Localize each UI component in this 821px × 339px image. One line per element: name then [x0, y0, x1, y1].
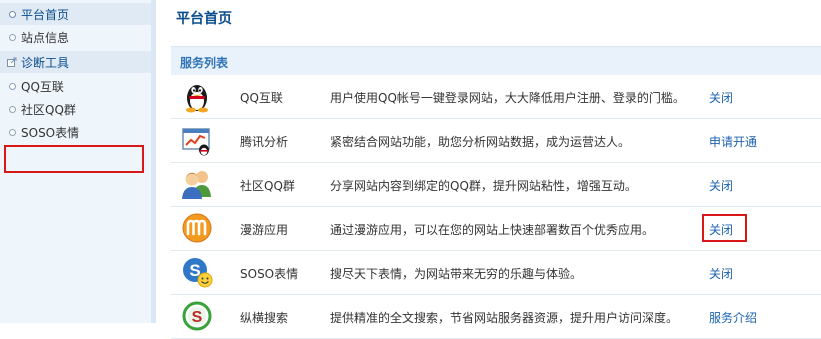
- external-link-icon: [3, 57, 21, 67]
- sidebar-item-label: 社区QQ群: [21, 102, 76, 117]
- service-row: S 纵横搜索 提供精准的全文搜索，节省网站服务器资源，提升用户访问深度。 服务介…: [171, 295, 821, 339]
- sidebar-item-label: QQ互联: [21, 79, 64, 94]
- service-row: 社区QQ群 分享网站内容到绑定的QQ群，提升网站粘性，增强互动。 关闭: [171, 163, 821, 207]
- highlight-box: [4, 145, 144, 173]
- sidebar-item-label: SOSO表情: [21, 125, 80, 140]
- service-description: 提供精准的全文搜索，节省网站服务器资源，提升用户访问深度。: [330, 311, 679, 325]
- service-row: S SOSO表情 搜尽天下表情，为网站带来无穷的乐趣与体验。 关闭: [171, 251, 821, 295]
- highlight-box: [702, 214, 747, 242]
- service-description: 用户使用QQ帐号一键登录网站，大大降低用户注册、登录的门槛。: [330, 91, 685, 105]
- sidebar: 平台首页 站点信息 诊断工具 QQ互联 社区QQ群 SOSO表情: [0, 0, 151, 323]
- qq-penguin-icon: [180, 79, 214, 113]
- panel-header: 服务列表: [171, 46, 821, 75]
- analytics-chart-icon: [180, 123, 214, 157]
- circle-bullet-icon: [3, 82, 21, 90]
- service-description: 分享网站内容到绑定的QQ群，提升网站粘性，增强互动。: [330, 179, 637, 193]
- circle-bullet-icon: [3, 10, 21, 18]
- sidebar-item-label: 诊断工具: [21, 55, 70, 70]
- service-action-link[interactable]: 关闭: [709, 177, 733, 194]
- sidebar-item-qq-connect[interactable]: QQ互联: [0, 75, 151, 97]
- service-name: QQ互联: [240, 91, 283, 105]
- sidebar-item-platform-home[interactable]: 平台首页: [0, 3, 151, 25]
- service-action-link[interactable]: 申请开通: [709, 133, 757, 150]
- circle-bullet-icon: [3, 33, 21, 41]
- service-name: 腾讯分析: [240, 135, 289, 149]
- sidebar-item-label: 站点信息: [21, 30, 70, 45]
- manyou-m-icon: [180, 211, 214, 245]
- service-action-link[interactable]: 关闭: [709, 89, 733, 106]
- service-name: SOSO表情: [240, 267, 299, 281]
- sidebar-item-soso-emoticons[interactable]: SOSO表情: [0, 121, 151, 143]
- sidebar-item-label: 平台首页: [21, 7, 70, 22]
- circle-bullet-icon: [3, 128, 21, 136]
- svg-text:S: S: [192, 309, 203, 326]
- service-row: 腾讯分析 紧密结合网站功能，助您分析网站数据，成为运营达人。 申请开通: [171, 119, 821, 163]
- service-row: QQ互联 用户使用QQ帐号一键登录网站，大大降低用户注册、登录的门槛。 关闭: [171, 75, 821, 119]
- search-s-icon: S: [180, 299, 214, 333]
- service-name: 纵横搜索: [240, 311, 289, 325]
- user-group-icon: [180, 167, 214, 201]
- service-action-link[interactable]: 服务介绍: [709, 309, 757, 326]
- service-description: 通过漫游应用，可以在您的网站上快速部署数百个优秀应用。: [330, 223, 655, 237]
- circle-bullet-icon: [3, 105, 21, 113]
- panel-title: 服务列表: [180, 56, 229, 70]
- service-name: 漫游应用: [240, 223, 289, 237]
- page-title: 平台首页: [176, 11, 232, 27]
- service-action-link[interactable]: 关闭: [709, 265, 733, 282]
- sidebar-divider: [151, 0, 156, 323]
- service-description: 紧密结合网站功能，助您分析网站数据，成为运营达人。: [330, 135, 631, 149]
- sidebar-item-community-qq-group[interactable]: 社区QQ群: [0, 98, 151, 120]
- service-name: 社区QQ群: [240, 179, 295, 193]
- soso-emoticon-icon: S: [180, 255, 214, 289]
- service-description: 搜尽天下表情，为网站带来无穷的乐趣与体验。: [330, 267, 583, 281]
- sidebar-item-diagnostic-tools[interactable]: 诊断工具: [0, 51, 151, 73]
- sidebar-item-site-info[interactable]: 站点信息: [0, 26, 151, 48]
